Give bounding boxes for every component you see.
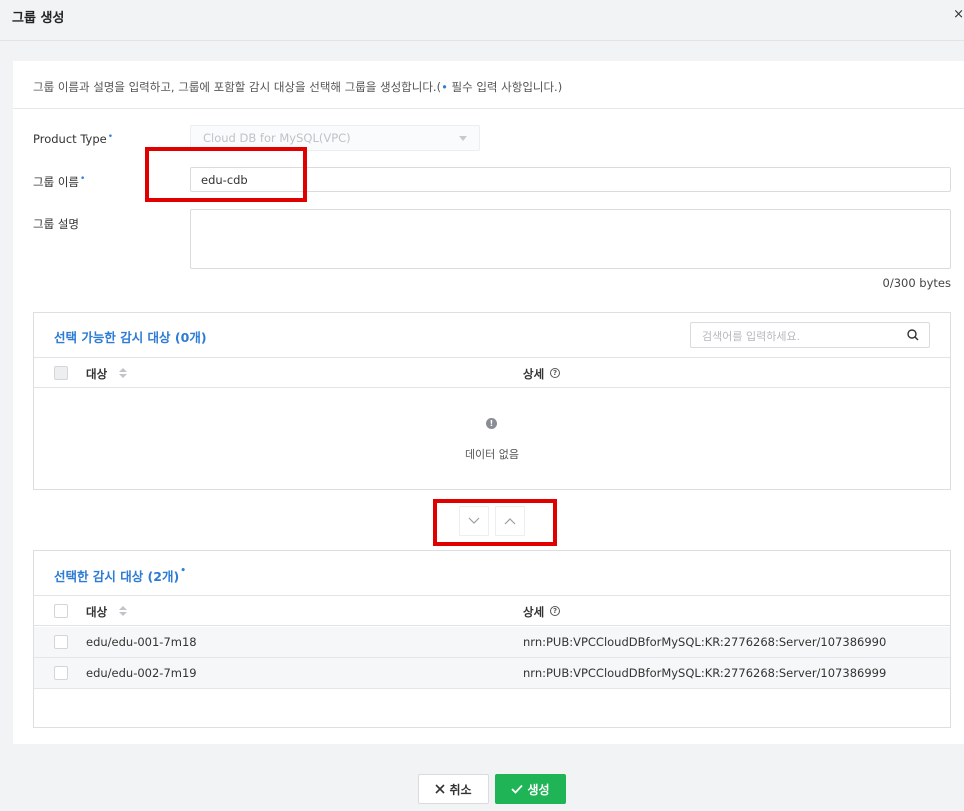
required-mark: • — [107, 132, 114, 142]
select-all-checkbox[interactable] — [54, 604, 68, 618]
column-detail: 상세 — [523, 367, 545, 381]
table-header: 대상 상세 ? — [34, 595, 950, 626]
row-detail: nrn:PUB:VPCCloudDBforMySQL:KR:2776268:Se… — [523, 666, 887, 680]
product-type-label: Product Type• — [33, 132, 114, 146]
table-row[interactable]: edu/edu-001-7m18 nrn:PUB:VPCCloudDBforMy… — [34, 627, 950, 658]
info-icon: ! — [486, 418, 497, 429]
required-dot: • — [441, 80, 448, 94]
form-description: 그룹 이름과 설명을 입력하고, 그룹에 포함할 감시 대상을 선택해 그룹을 … — [33, 79, 562, 95]
description-text-end: 필수 입력 사항입니다.) — [447, 80, 563, 94]
column-target: 대상 — [86, 367, 108, 381]
column-target: 대상 — [86, 605, 108, 619]
row-checkbox[interactable] — [54, 666, 68, 680]
table-row[interactable]: edu/edu-002-7m19 nrn:PUB:VPCCloudDBforMy… — [34, 658, 950, 689]
byte-counter: 0/300 bytes — [882, 276, 951, 290]
divider — [13, 108, 964, 109]
close-icon[interactable]: × — [953, 7, 964, 22]
required-mark: • — [180, 566, 186, 576]
sort-icon[interactable] — [119, 368, 127, 378]
required-mark: • — [79, 174, 86, 184]
check-icon — [511, 784, 524, 794]
group-desc-textarea[interactable] — [190, 209, 951, 269]
select-all-checkbox[interactable] — [54, 366, 68, 380]
create-button[interactable]: 생성 — [495, 774, 566, 804]
group-name-label: 그룹 이름• — [33, 174, 86, 189]
selected-targets-table: 선택한 감시 대상 (2개)• 대상 상세 ? edu/edu-001-7m18… — [33, 550, 951, 728]
group-desc-label: 그룹 설명 — [33, 217, 79, 231]
empty-message: 데이터 없음 — [464, 448, 520, 461]
close-icon — [435, 784, 446, 794]
available-targets-title: 선택 가능한 감시 대상 (0개) — [54, 330, 207, 345]
cancel-button[interactable]: 취소 — [418, 774, 489, 804]
column-detail: 상세 — [523, 605, 545, 619]
modal-title: 그룹 생성 — [12, 11, 65, 26]
row-detail: nrn:PUB:VPCCloudDBforMySQL:KR:2776268:Se… — [523, 635, 887, 649]
highlight-box-move-buttons — [433, 499, 557, 546]
modal-header: 그룹 생성 × — [0, 0, 964, 41]
search-placeholder: 검색어를 입력하세요. — [702, 330, 801, 343]
sort-icon[interactable] — [119, 606, 127, 616]
table-header: 대상 상세 ? — [34, 357, 950, 388]
search-icon[interactable] — [907, 329, 919, 341]
create-label: 생성 — [527, 782, 550, 797]
product-type-value: Cloud DB for MySQL(VPC) — [203, 131, 351, 145]
row-target: edu/edu-001-7m18 — [86, 635, 197, 649]
cancel-label: 취소 — [449, 782, 472, 797]
selected-targets-title: 선택한 감시 대상 (2개)• — [54, 566, 186, 584]
search-box[interactable]: 검색어를 입력하세요. — [690, 322, 930, 348]
highlight-box-group-name — [145, 147, 307, 202]
description-text: 그룹 이름과 설명을 입력하고, 그룹에 포함할 감시 대상을 선택해 그룹을 … — [33, 80, 442, 94]
help-icon[interactable]: ? — [550, 606, 560, 616]
row-checkbox[interactable] — [54, 635, 68, 649]
help-icon[interactable]: ? — [550, 368, 560, 378]
row-target: edu/edu-002-7m19 — [86, 666, 197, 680]
chevron-down-icon — [459, 136, 467, 141]
available-targets-table: 선택 가능한 감시 대상 (0개) 검색어를 입력하세요. 대상 상세 ? ! … — [33, 312, 951, 490]
